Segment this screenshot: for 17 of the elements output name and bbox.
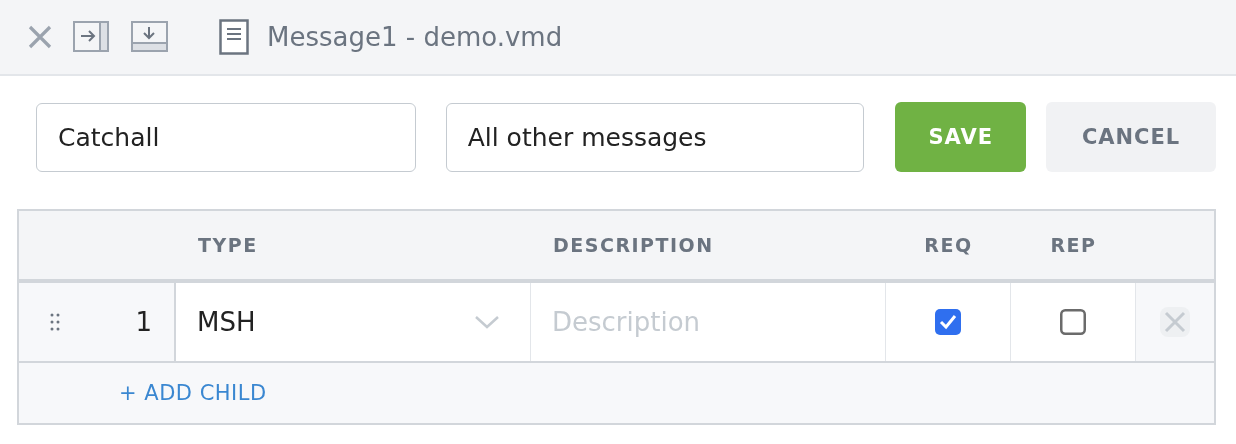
document-title: Message1 - demo.vmd: [267, 22, 563, 52]
add-child-link[interactable]: + ADD CHILD: [119, 381, 267, 405]
column-header: REP: [1050, 234, 1097, 256]
close-icon[interactable]: [27, 24, 53, 50]
cancel-button[interactable]: CANCEL: [1046, 102, 1216, 172]
name-field[interactable]: Catchall: [36, 102, 416, 172]
drag-handle-icon[interactable]: [50, 313, 60, 331]
document-icon: [219, 19, 249, 55]
column-header: TYPE: [198, 234, 258, 256]
column-header: REQ: [924, 234, 973, 256]
required-checkbox[interactable]: [935, 309, 961, 335]
download-icon[interactable]: [131, 21, 169, 53]
repeating-checkbox[interactable]: [1060, 309, 1086, 335]
chevron-down-icon: [474, 315, 500, 329]
row-number: 1: [135, 307, 152, 337]
column-header: DESCRIPTION: [553, 234, 714, 256]
description-field[interactable]: All other messages: [445, 102, 865, 172]
